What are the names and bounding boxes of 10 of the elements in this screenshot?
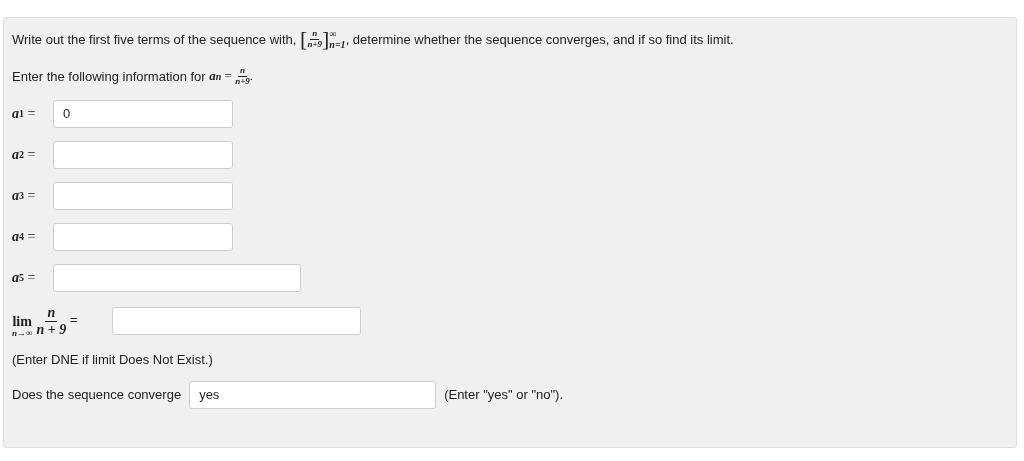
hint-text: (Enter "yes" or "no"). — [444, 387, 563, 403]
answer-field[interactable]: 0 — [53, 99, 233, 128]
answer-field[interactable] — [53, 181, 233, 210]
hint-text: (Enter DNE if limit Does Not Exist.) — [12, 351, 213, 367]
answer-field[interactable] — [53, 140, 233, 169]
question-label: Does the sequence converge — [12, 387, 182, 403]
answer-field[interactable] — [112, 307, 361, 336]
answer-field[interactable] — [53, 263, 301, 292]
answer-field[interactable]: yes — [189, 380, 437, 409]
answer-field[interactable] — [53, 222, 233, 251]
